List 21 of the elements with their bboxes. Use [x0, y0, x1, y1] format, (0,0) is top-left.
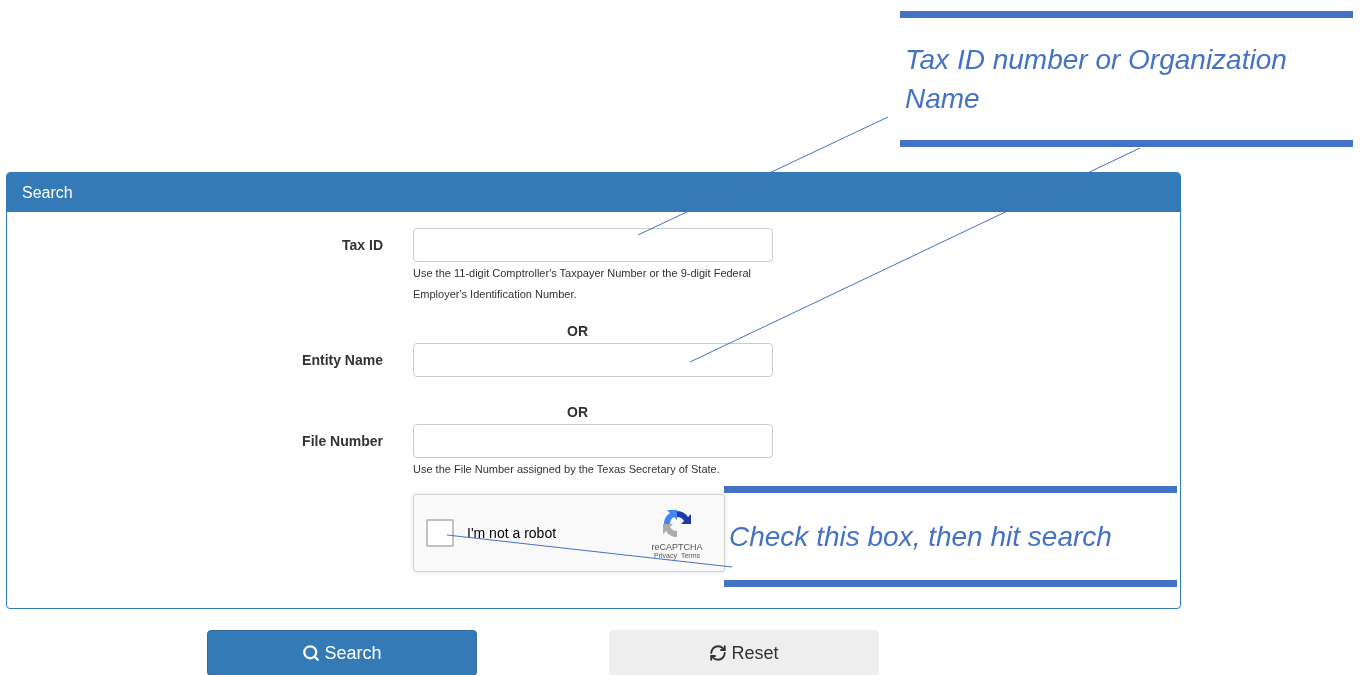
captcha-label: I'm not a robot	[467, 525, 558, 541]
recaptcha-logo-icon	[661, 507, 693, 540]
search-icon	[302, 644, 321, 662]
input-field[interactable]	[413, 228, 773, 262]
callout-text: Check this box, then hit search	[729, 520, 1112, 554]
or-divider-text: OR	[567, 404, 588, 420]
captcha-checkbox[interactable]	[426, 519, 454, 547]
reset-button[interactable]: Reset	[609, 630, 879, 675]
help-text: Use the 11-digit Comptroller's Taxpayer Number or the 9-digit Federal Employer's Identification Number.	[413, 266, 752, 302]
refresh-icon	[709, 644, 728, 662]
help-text: Use the File Number assigned by the Texas Secretary of State.	[413, 462, 721, 477]
callout-text: Tax ID number or Organization Name	[905, 43, 1288, 116]
captcha-brand: reCAPTCHA	[651, 541, 703, 552]
input-field[interactable]	[413, 424, 773, 458]
field-label: File Number	[302, 433, 383, 449]
search-button[interactable]: Search	[207, 630, 477, 675]
input-field[interactable]	[413, 343, 773, 377]
field-label: Tax ID	[342, 237, 383, 253]
panel-title: Search	[7, 173, 1180, 212]
or-divider-text: OR	[567, 323, 588, 339]
field-label: Entity Name	[302, 352, 383, 368]
